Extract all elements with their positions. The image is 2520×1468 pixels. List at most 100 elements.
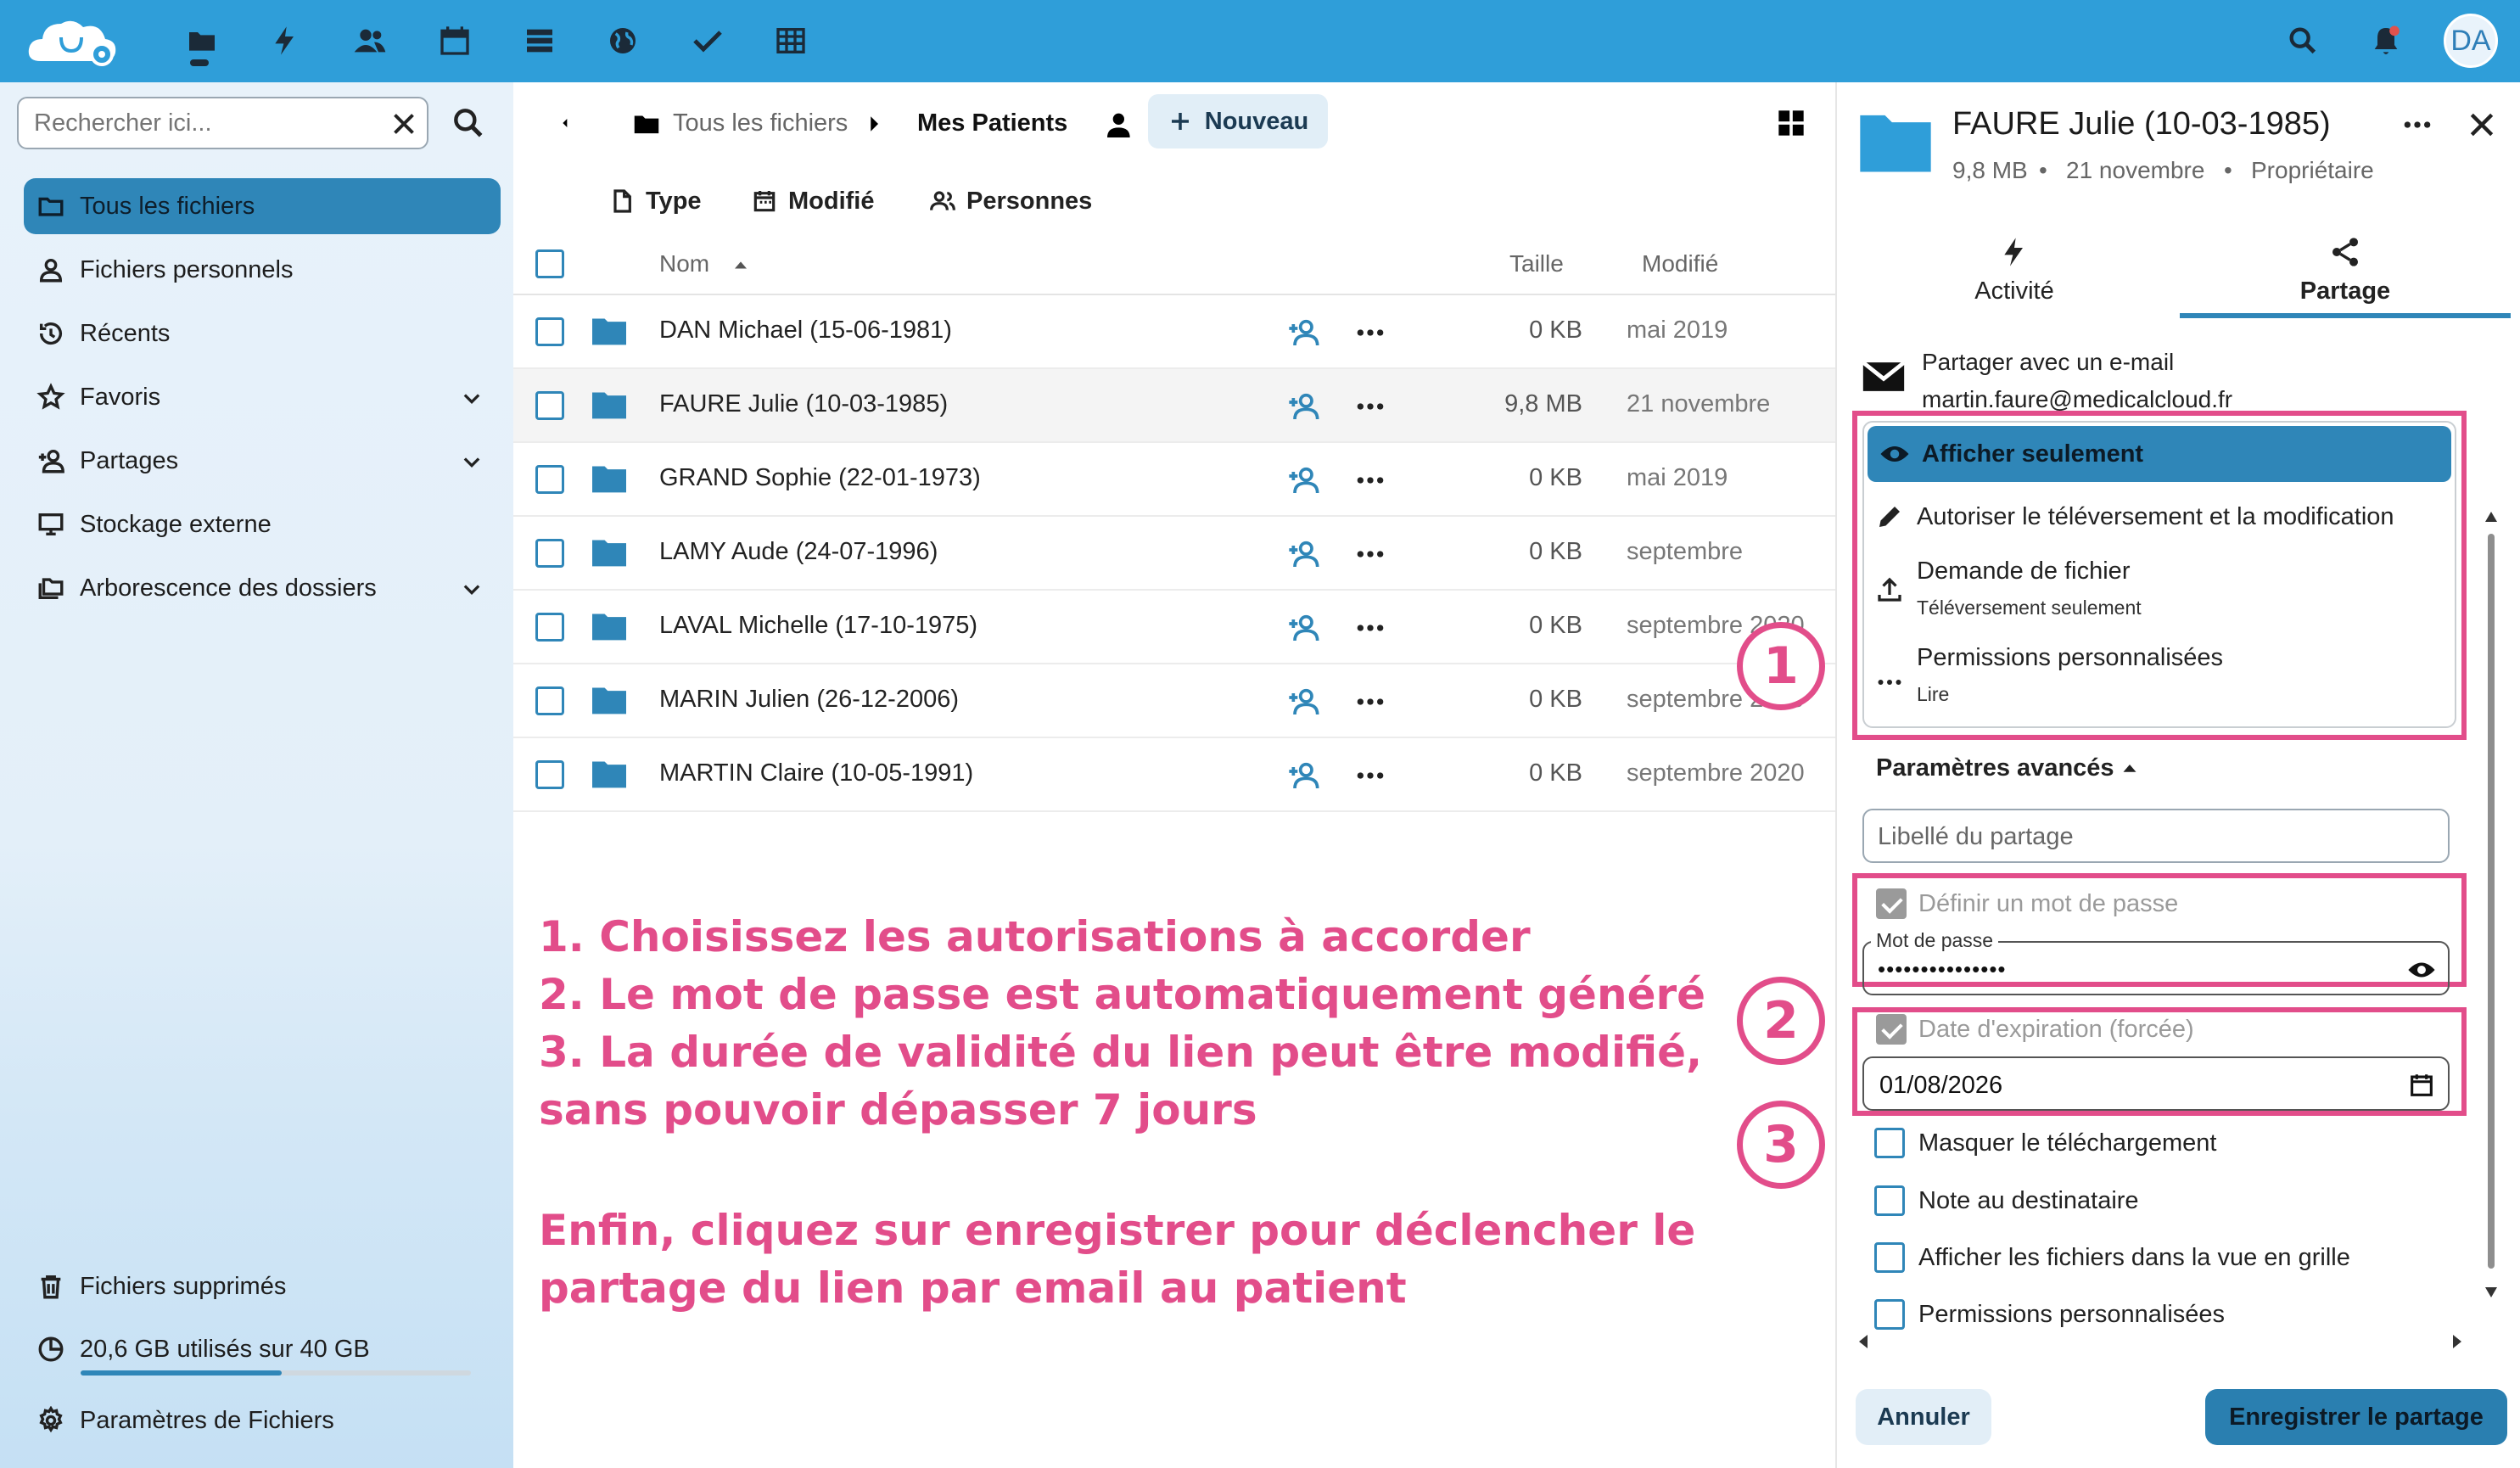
- password-field[interactable]: Mot de passe •••••••••••••••: [1862, 929, 2450, 995]
- eye-icon[interactable]: [2407, 955, 2436, 984]
- row-checkbox[interactable]: [535, 317, 564, 346]
- more-horizontal-icon[interactable]: [1353, 685, 1387, 719]
- table-row[interactable]: FAURE Julie (10-03-1985) 9,8 MB 21 novembr…: [513, 369, 1835, 443]
- files-icon[interactable]: [180, 19, 224, 63]
- table-row[interactable]: LAMY Aude (24-07-1996) 0 KB septembre: [513, 517, 1835, 591]
- column-size[interactable]: Taille: [1509, 250, 1564, 277]
- filter-type-button[interactable]: Type: [608, 176, 702, 227]
- note-to-recipient-checkbox[interactable]: [1874, 1185, 1905, 1216]
- file-name[interactable]: GRAND Sophie (22-01-1973): [659, 464, 981, 492]
- web-icon[interactable]: [601, 19, 645, 63]
- more-horizontal-icon[interactable]: [1353, 611, 1387, 645]
- file-name[interactable]: MARIN Julien (26-12-2006): [659, 686, 959, 714]
- file-name[interactable]: LAMY Aude (24-07-1996): [659, 538, 938, 566]
- file-name[interactable]: LAVAL Michelle (17-10-1975): [659, 612, 977, 640]
- sidebar-item-favorites[interactable]: Favoris: [24, 369, 501, 425]
- calendar-icon[interactable]: [433, 19, 477, 63]
- sidebar-item-folder-tree[interactable]: Arborescence des dossiers: [24, 560, 501, 616]
- table-row[interactable]: LAVAL Michelle (17-10-1975) 0 KB septembre…: [513, 591, 1835, 664]
- avatar[interactable]: DA: [2444, 14, 2498, 68]
- tab-activity[interactable]: Activité: [1849, 225, 2180, 318]
- tasks-icon[interactable]: [686, 19, 730, 63]
- more-horizontal-icon[interactable]: [1353, 463, 1387, 497]
- grid-view-icon[interactable]: [1772, 104, 1810, 142]
- expiration-checkbox[interactable]: [1876, 1014, 1907, 1045]
- table-row[interactable]: GRAND Sophie (22-01-1973) 0 KB mai 2019: [513, 443, 1835, 517]
- table-row[interactable]: MARTIN Claire (10-05-1991) 0 KB septembre …: [513, 738, 1835, 812]
- row-checkbox[interactable]: [535, 760, 564, 789]
- sidebar-item-personal-files[interactable]: Fichiers personnels: [24, 242, 501, 298]
- sort-up-icon[interactable]: [729, 254, 753, 277]
- share-user-icon[interactable]: [1099, 108, 1133, 142]
- share-user-icon[interactable]: [1285, 389, 1321, 423]
- advanced-settings-toggle[interactable]: Paramètres avancés: [1876, 754, 2114, 782]
- chevron-down-icon[interactable]: [460, 386, 484, 410]
- more-horizontal-icon[interactable]: [1353, 759, 1387, 793]
- column-name[interactable]: Nom: [659, 250, 709, 277]
- sidebar-item-recent[interactable]: Récents: [24, 305, 501, 361]
- expiration-date-field[interactable]: 01/08/2026: [1862, 1056, 2450, 1111]
- search-input[interactable]: [34, 107, 373, 139]
- caret-up-icon[interactable]: [2117, 756, 2142, 782]
- select-all-checkbox[interactable]: [535, 249, 564, 278]
- scroll-right-icon[interactable]: [2446, 1331, 2467, 1352]
- unified-search-icon[interactable]: [2281, 19, 2325, 63]
- row-checkbox[interactable]: [535, 613, 564, 642]
- permission-option-custom[interactable]: Permissions personnalisées Lire: [1862, 634, 2451, 719]
- chevron-down-icon[interactable]: [460, 577, 484, 601]
- notifications-icon[interactable]: [2364, 19, 2408, 63]
- filter-people-button[interactable]: Personnes: [929, 176, 1092, 227]
- hide-download-checkbox[interactable]: [1874, 1128, 1905, 1158]
- chevron-down-icon[interactable]: [460, 450, 484, 473]
- sidebar-item-trash[interactable]: Fichiers supprimés: [24, 1258, 501, 1314]
- close-icon[interactable]: [2465, 108, 2499, 142]
- more-horizontal-icon[interactable]: [2400, 108, 2434, 142]
- more-horizontal-icon[interactable]: [1353, 389, 1387, 423]
- sidebar-item-all-files[interactable]: Tous les fichiers: [24, 178, 501, 234]
- row-checkbox[interactable]: [535, 539, 564, 568]
- file-name[interactable]: MARTIN Claire (10-05-1991): [659, 759, 973, 787]
- grid-view-checkbox[interactable]: [1874, 1242, 1905, 1273]
- activity-icon[interactable]: [263, 19, 307, 63]
- tables-icon[interactable]: [769, 19, 813, 63]
- custom-permissions-checkbox[interactable]: [1874, 1299, 1905, 1330]
- breadcrumb-current[interactable]: Mes Patients: [917, 109, 1067, 137]
- row-checkbox[interactable]: [535, 465, 564, 494]
- share-user-icon[interactable]: [1285, 759, 1321, 793]
- row-checkbox[interactable]: [535, 391, 564, 420]
- search-field[interactable]: [17, 97, 428, 149]
- share-user-icon[interactable]: [1285, 316, 1321, 350]
- storage-quota[interactable]: 20,6 GB utilisés sur 40 GB: [24, 1321, 501, 1377]
- sidebar-item-shares[interactable]: Partages: [24, 433, 501, 489]
- calendar-icon[interactable]: [2407, 1071, 2436, 1100]
- permission-option-upload-edit[interactable]: Autoriser le téléversement et la modific…: [1862, 491, 2451, 542]
- row-checkbox[interactable]: [535, 686, 564, 715]
- close-icon[interactable]: [389, 109, 419, 139]
- more-horizontal-icon[interactable]: [1353, 316, 1387, 350]
- sidebar-item-files-settings[interactable]: Paramètres de Fichiers: [24, 1392, 501, 1448]
- save-share-button[interactable]: Enregistrer le partage: [2205, 1389, 2507, 1445]
- deck-icon[interactable]: [518, 19, 562, 63]
- more-horizontal-icon[interactable]: [1353, 537, 1387, 571]
- table-row[interactable]: DAN Michael (15-06-1981) 0 KB mai 2019: [513, 295, 1835, 369]
- scroll-left-icon[interactable]: [1854, 1331, 1874, 1352]
- share-user-icon[interactable]: [1285, 537, 1321, 571]
- cloud-logo-icon[interactable]: [24, 12, 119, 70]
- breadcrumb-root[interactable]: Tous les fichiers: [673, 109, 848, 137]
- share-user-icon[interactable]: [1285, 685, 1321, 719]
- tab-sharing[interactable]: Partage: [2180, 225, 2511, 318]
- vertical-scrollbar[interactable]: [2484, 439, 2499, 1330]
- table-row[interactable]: MARIN Julien (26-12-2006) 0 KB septembre 2…: [513, 664, 1835, 738]
- file-name[interactable]: FAURE Julie (10-03-1985): [659, 390, 948, 418]
- share-user-icon[interactable]: [1285, 611, 1321, 645]
- share-user-icon[interactable]: [1285, 463, 1321, 497]
- cancel-button[interactable]: Annuler: [1856, 1389, 1991, 1445]
- new-button[interactable]: Nouveau: [1148, 94, 1328, 148]
- folder-icon[interactable]: [630, 108, 663, 140]
- sidebar-item-external-storage[interactable]: Stockage externe: [24, 496, 501, 552]
- search-icon[interactable]: [450, 104, 487, 142]
- set-password-checkbox[interactable]: [1876, 888, 1907, 919]
- contacts-icon[interactable]: [348, 19, 392, 63]
- file-name[interactable]: DAN Michael (15-06-1981): [659, 317, 952, 345]
- permission-option-view-only[interactable]: Afficher seulement: [1868, 426, 2451, 482]
